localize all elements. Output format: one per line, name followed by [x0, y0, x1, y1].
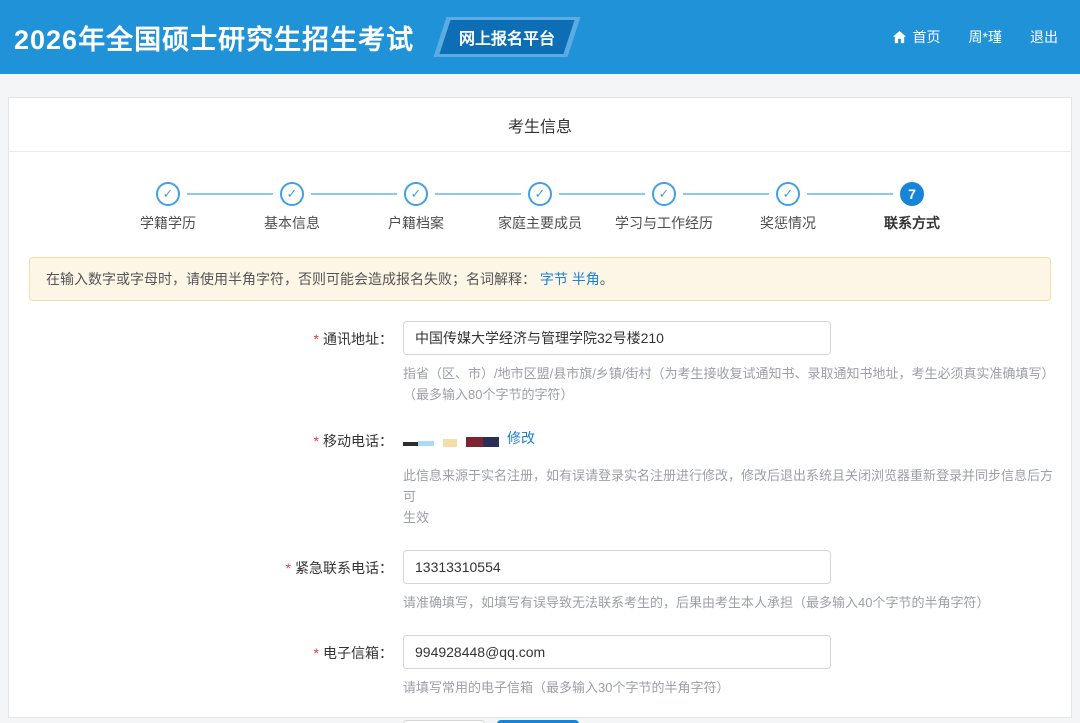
step-label: 户籍档案: [388, 213, 444, 233]
address-label: *通讯地址：: [9, 321, 393, 405]
notice-suffix: 。: [600, 271, 614, 287]
step-school-record[interactable]: ✓ 学籍学历: [106, 182, 230, 233]
platform-badge-label: 网上报名平台: [459, 25, 555, 49]
address-row: *通讯地址： 指省（区、市）/地市区盟/县市旗/乡镇/街村（为考生接收复试通知书…: [9, 321, 1071, 405]
step-number: 7: [900, 182, 924, 206]
platform-badge: 网上报名平台: [434, 17, 581, 57]
edit-phone-link[interactable]: 修改: [507, 428, 535, 448]
required-marker: *: [286, 560, 291, 576]
step-label: 家庭主要成员: [498, 213, 582, 233]
mobile-label: *移动电话：: [9, 427, 393, 528]
step-label: 学籍学历: [140, 213, 196, 233]
check-icon: ✓: [652, 182, 676, 206]
mobile-row: *移动电话： 修改 此信息来源于实名注册，如有误请登录实名注册进行修改，修改后退…: [9, 427, 1071, 528]
nav-logout[interactable]: 退出: [1030, 27, 1058, 47]
email-help: 请填写常用的电子信箱（最多输入30个字节的半角字符）: [403, 677, 1063, 698]
step-label: 基本信息: [264, 213, 320, 233]
step-label: 学习与工作经历: [615, 213, 713, 233]
glossary-link-byte[interactable]: 字节: [540, 271, 568, 287]
emergency-phone-input[interactable]: [403, 550, 831, 584]
emergency-label: *紧急联系电话：: [9, 550, 393, 613]
check-icon: ✓: [156, 182, 180, 206]
redacted-phone-number: [403, 437, 499, 447]
nav-username-label: 周*瑾: [969, 27, 1002, 47]
home-icon: [892, 30, 907, 45]
address-input[interactable]: [403, 321, 831, 355]
check-icon: ✓: [776, 182, 800, 206]
check-icon: ✓: [280, 182, 304, 206]
emergency-help: 请准确填写，如填写有误导致无法联系考生的，后果由考生本人承担（最多输入40个字节…: [403, 592, 1063, 613]
wizard-stepper: ✓ 学籍学历 ✓ 基本信息 ✓ 户籍档案 ✓ 家庭主要成员 ✓ 学习与工作经历 …: [106, 182, 974, 233]
step-household-archive[interactable]: ✓ 户籍档案: [354, 182, 478, 233]
required-marker: *: [314, 645, 319, 661]
candidate-info-card: 考生信息 ✓ 学籍学历 ✓ 基本信息 ✓ 户籍档案 ✓ 家庭主要成员 ✓ 学习与…: [8, 97, 1072, 718]
step-study-work[interactable]: ✓ 学习与工作经历: [602, 182, 726, 233]
card-title-row: 考生信息: [9, 98, 1071, 152]
nav-home[interactable]: 首页: [892, 27, 941, 47]
glossary-link-halfwidth[interactable]: 半角: [572, 271, 600, 287]
mobile-help-line1: 此信息来源于实名注册，如有误请登录实名注册进行修改，修改后退出系统且关闭浏览器重…: [403, 465, 1063, 507]
email-row: *电子信箱： 请填写常用的电子信箱（最多输入30个字节的半角字符）: [9, 635, 1071, 698]
contact-form: *通讯地址： 指省（区、市）/地市区盟/县市旗/乡镇/街村（为考生接收复试通知书…: [9, 321, 1071, 723]
required-marker: *: [314, 433, 319, 449]
halfwidth-notice-bar: 在输入数字或字母时，请使用半角字符，否则可能会造成报名失败；名词解释： 字节 半…: [29, 257, 1051, 301]
step-label: 奖惩情况: [760, 213, 816, 233]
address-help-line2: （最多输入80个字节的字符）: [403, 384, 1063, 405]
step-label: 联系方式: [884, 213, 940, 233]
nav-username[interactable]: 周*瑾: [969, 27, 1002, 47]
nav-logout-label: 退出: [1030, 27, 1058, 47]
emergency-row: *紧急联系电话： 请准确填写，如填写有误导致无法联系考生的，后果由考生本人承担（…: [9, 550, 1071, 613]
address-help-line1: 指省（区、市）/地市区盟/县市旗/乡镇/街村（为考生接收复试通知书、录取通知书地…: [403, 363, 1063, 384]
mobile-help-line2: 生效: [403, 507, 1063, 528]
required-marker: *: [314, 331, 319, 347]
step-family-members[interactable]: ✓ 家庭主要成员: [478, 182, 602, 233]
notice-text: 在输入数字或字母时，请使用半角字符，否则可能会造成报名失败；名词解释：: [46, 271, 536, 287]
email-input[interactable]: [403, 635, 831, 669]
check-icon: ✓: [404, 182, 428, 206]
page-title: 考生信息: [508, 113, 572, 137]
step-basic-info[interactable]: ✓ 基本信息: [230, 182, 354, 233]
step-contact-info[interactable]: 7 联系方式: [850, 182, 974, 233]
nav-home-label: 首页: [913, 27, 941, 47]
check-icon: ✓: [528, 182, 552, 206]
step-rewards-punishments[interactable]: ✓ 奖惩情况: [726, 182, 850, 233]
app-header: 2026年全国硕士研究生招生考试 网上报名平台 首页 周*瑾 退出: [0, 0, 1080, 74]
app-title: 2026年全国硕士研究生招生考试: [14, 18, 414, 57]
header-nav: 首页 周*瑾 退出: [892, 27, 1058, 47]
email-label: *电子信箱：: [9, 635, 393, 698]
